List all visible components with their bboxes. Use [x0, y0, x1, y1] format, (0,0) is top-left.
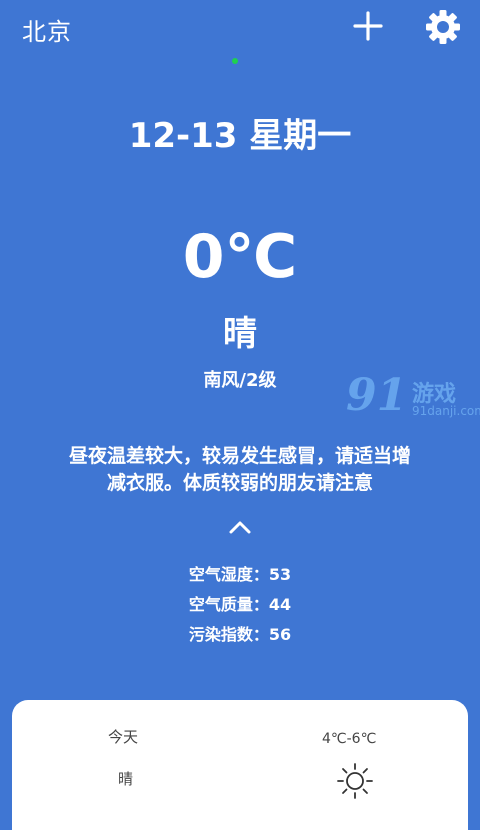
settings-button[interactable] — [424, 8, 462, 46]
watermark-url: 91danji.com — [412, 404, 480, 418]
watermark-logo: 91 — [346, 370, 408, 421]
health-advice: 昼夜温差较大，较易发生感冒，请适当增减衣服。体质较弱的朋友请注意 — [68, 445, 411, 494]
humidity-label: 空气湿度： — [188, 565, 269, 584]
city-name[interactable]: 北京 — [22, 12, 72, 47]
forecast-day: 今天 — [108, 728, 139, 746]
current-temperature: 0℃ — [182, 222, 298, 292]
add-city-button[interactable] — [350, 8, 386, 44]
air-quality-row: 空气质量：44 — [0, 590, 480, 620]
date-label: 12-13 星期一 — [128, 116, 352, 156]
page-indicator-dot — [232, 58, 238, 64]
pollution-index-value: 56 — [268, 625, 292, 644]
air-quality-label: 空气质量： — [188, 595, 269, 614]
humidity-value: 53 — [268, 565, 292, 584]
air-quality-value: 44 — [268, 595, 292, 614]
weather-condition: 晴 — [223, 314, 257, 354]
pollution-index-label: 污染指数： — [188, 625, 269, 644]
air-stats: 空气湿度：53 空气质量：44 污染指数：56 — [0, 560, 480, 650]
forecast-temp-range: 4℃-6℃ — [322, 731, 377, 747]
sun-icon — [336, 762, 374, 800]
plus-icon — [353, 11, 383, 41]
pollution-index-row: 污染指数：56 — [0, 620, 480, 650]
expand-button[interactable] — [226, 518, 254, 536]
chevron-up-icon — [229, 521, 251, 534]
forecast-card[interactable] — [12, 700, 468, 830]
humidity-row: 空气湿度：53 — [0, 560, 480, 590]
forecast-condition: 晴 — [118, 770, 134, 788]
watermark: 91 游戏 91danji.com — [346, 370, 480, 430]
gear-icon — [426, 10, 460, 44]
top-bar: 北京 — [0, 0, 480, 56]
